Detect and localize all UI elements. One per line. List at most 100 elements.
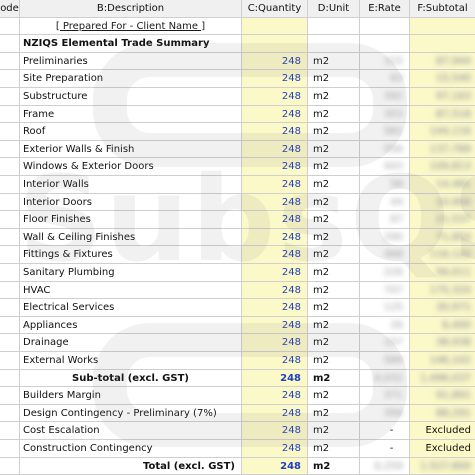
unit-cell[interactable]: m2	[308, 123, 360, 140]
unit-cell[interactable]: m2	[308, 264, 360, 281]
description-cell[interactable]: Design Contingency - Preliminary (7%)	[20, 404, 242, 422]
unit-cell[interactable]: m2	[308, 176, 360, 193]
description-cell[interactable]: Cost Escalation	[20, 422, 242, 439]
column-header-d[interactable]: D:Unit	[308, 0, 360, 17]
subtotal-amount[interactable]: 1,496,037	[410, 369, 475, 387]
rate-cell[interactable]	[360, 17, 410, 35]
rate-cell[interactable]: -	[360, 422, 410, 439]
quantity-cell[interactable]: 248	[242, 264, 308, 281]
quantity-cell[interactable]	[242, 35, 308, 52]
description-cell[interactable]: Roof	[20, 123, 242, 140]
rate-cell[interactable]: 226	[360, 264, 410, 281]
subtotal-cell[interactable]: 88,291	[410, 404, 475, 422]
row-code-cell[interactable]	[0, 457, 20, 475]
unit-cell[interactable]: m2	[308, 228, 360, 246]
quantity-cell[interactable]: 248	[242, 193, 308, 211]
subtotal-cell[interactable]: 15,540	[410, 70, 475, 87]
row-code-cell[interactable]	[0, 105, 20, 123]
subtotal-cell[interactable]: 30,971	[410, 299, 475, 316]
quantity-cell[interactable]: 248	[242, 299, 308, 316]
subtotal-cell[interactable]: 87,944	[410, 52, 475, 70]
row-code-cell[interactable]	[0, 299, 20, 316]
row-code-cell[interactable]	[0, 264, 20, 281]
quantity-cell[interactable]: 248	[242, 352, 308, 369]
quantity-cell[interactable]: 248	[242, 211, 308, 228]
quantity-cell[interactable]: 248	[242, 440, 308, 457]
description-cell[interactable]: Builders Margin	[20, 387, 242, 404]
quantity-cell[interactable]: 248	[242, 422, 308, 439]
subtotal-label[interactable]: Sub-total (excl. GST)	[20, 369, 242, 387]
rate-cell[interactable]: 290	[360, 228, 410, 246]
row-code-cell[interactable]	[0, 123, 20, 140]
client-name-cell[interactable]: [ Prepared For - Client Name ]	[20, 17, 242, 35]
quantity-cell[interactable]: 248	[242, 88, 308, 105]
row-code-cell[interactable]	[0, 70, 20, 87]
rate-cell[interactable]: 157	[360, 334, 410, 351]
subtotal-cell[interactable]: 6,400	[410, 316, 475, 334]
total-unit[interactable]: m2	[308, 457, 360, 475]
description-cell[interactable]: Windows & Exterior Doors	[20, 158, 242, 175]
rate-cell[interactable]: 356	[360, 404, 410, 422]
rate-cell[interactable]: 468	[360, 246, 410, 263]
quantity-cell[interactable]: 248	[242, 123, 308, 140]
row-code-cell[interactable]	[0, 88, 20, 105]
unit-cell[interactable]: m2	[308, 193, 360, 211]
description-cell[interactable]: Site Preparation	[20, 70, 242, 87]
subtotal-cell[interactable]: 175,320	[410, 281, 475, 299]
quantity-cell[interactable]: 248	[242, 228, 308, 246]
subtotal-cell[interactable]: 109,813	[410, 158, 475, 175]
row-code-cell[interactable]	[0, 352, 20, 369]
subtotal-cell[interactable]: Excluded	[410, 440, 475, 457]
subtotal-cell[interactable]: 14,481	[410, 176, 475, 193]
subtotal-cell[interactable]: 91,891	[410, 387, 475, 404]
description-cell[interactable]: Exterior Walls & Finish	[20, 140, 242, 158]
description-cell[interactable]: HVAC	[20, 281, 242, 299]
unit-cell[interactable]: m2	[308, 334, 360, 351]
subtotal-cell[interactable]: 87,518	[410, 105, 475, 123]
quantity-cell[interactable]: 248	[242, 334, 308, 351]
quantity-cell[interactable]: 248	[242, 316, 308, 334]
unit-cell[interactable]: m2	[308, 440, 360, 457]
rate-cell[interactable]: 581	[360, 123, 410, 140]
quantity-cell[interactable]: 248	[242, 52, 308, 70]
rate-cell[interactable]: 353	[360, 105, 410, 123]
unit-cell[interactable]: m2	[308, 352, 360, 369]
row-code-cell[interactable]	[0, 316, 20, 334]
description-cell[interactable]: Interior Walls	[20, 176, 242, 193]
row-code-cell[interactable]	[0, 52, 20, 70]
rate-cell[interactable]: 589	[360, 352, 410, 369]
subtotal-unit[interactable]: m2	[308, 369, 360, 387]
subtotal-cell[interactable]: 116,120	[410, 246, 475, 263]
column-header-c[interactable]: C:Quantity	[242, 0, 308, 17]
unit-cell[interactable]: m2	[308, 158, 360, 175]
row-code-cell[interactable]	[0, 193, 20, 211]
description-cell[interactable]: Wall & Ceiling Finishes	[20, 228, 242, 246]
rate-cell[interactable]: 707	[360, 281, 410, 299]
row-code-cell[interactable]	[0, 140, 20, 158]
unit-cell[interactable]: m2	[308, 422, 360, 439]
description-cell[interactable]: Interior Doors	[20, 193, 242, 211]
rate-cell[interactable]: 125	[360, 299, 410, 316]
rate-cell[interactable]: 315	[360, 52, 410, 70]
description-cell[interactable]: Drainage	[20, 334, 242, 351]
subtotal-cell[interactable]: 144,116	[410, 123, 475, 140]
column-header-b[interactable]: B:Description	[20, 0, 242, 17]
quantity-cell[interactable]: 248	[242, 140, 308, 158]
description-cell[interactable]: Preliminaries	[20, 52, 242, 70]
description-cell[interactable]: Frame	[20, 105, 242, 123]
row-code-cell[interactable]	[0, 246, 20, 263]
column-header-f[interactable]: F:Subtotal	[410, 0, 475, 17]
rate-cell[interactable]: -	[360, 440, 410, 457]
description-cell[interactable]: Appliances	[20, 316, 242, 334]
description-cell[interactable]: External Works	[20, 352, 242, 369]
subtotal-cell[interactable]	[410, 35, 475, 52]
description-cell[interactable]: Electrical Services	[20, 299, 242, 316]
row-code-cell[interactable]	[0, 440, 20, 457]
description-cell[interactable]: Sanitary Plumbing	[20, 264, 242, 281]
row-code-cell[interactable]	[0, 422, 20, 439]
unit-cell[interactable]	[308, 17, 360, 35]
subtotal-cell[interactable]: 56,011	[410, 264, 475, 281]
quantity-cell[interactable]	[242, 17, 308, 35]
rate-cell[interactable]: 443	[360, 158, 410, 175]
rate-cell[interactable]: 556	[360, 140, 410, 158]
